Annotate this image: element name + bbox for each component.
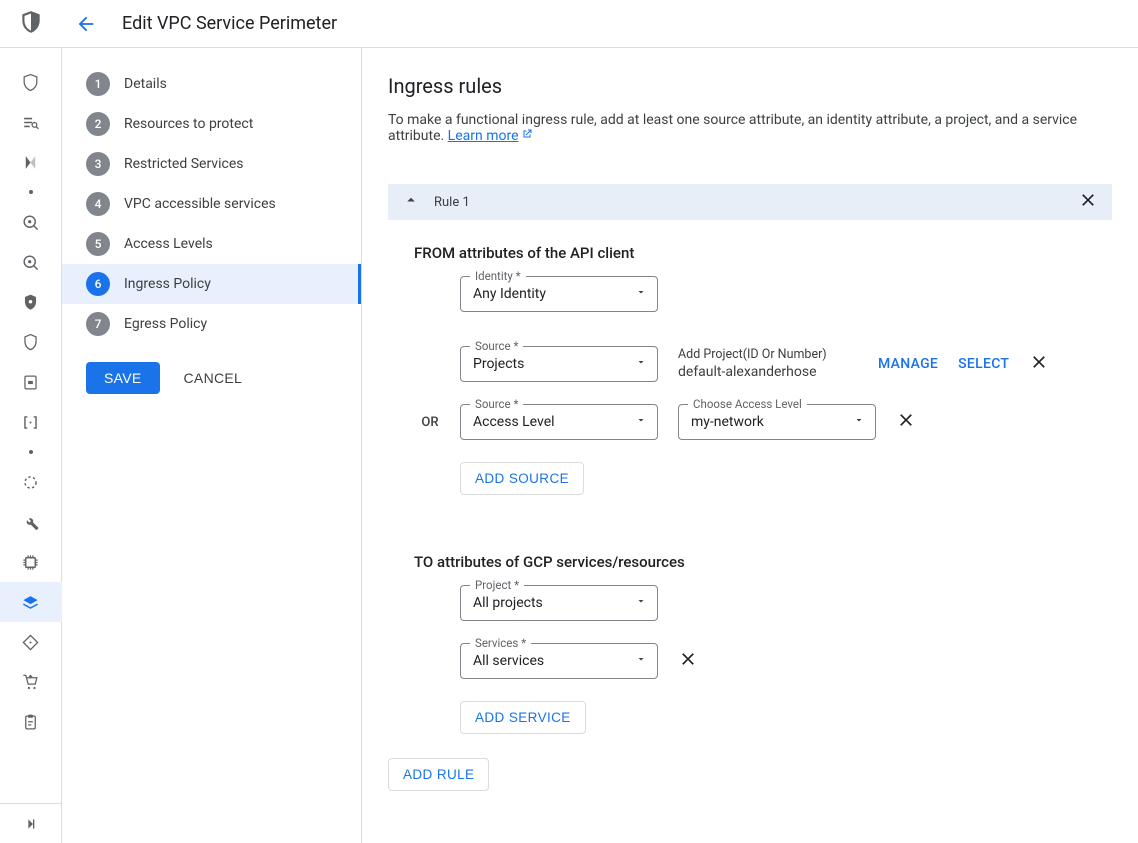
to-section-heading: TO attributes of GCP services/resources bbox=[414, 553, 1112, 571]
remove-source-button-2[interactable] bbox=[896, 410, 916, 434]
rail-item-overview[interactable] bbox=[11, 62, 51, 102]
learn-more-text: Learn more bbox=[448, 128, 519, 144]
project-input-hint: Add Project(ID Or Number) bbox=[678, 347, 858, 362]
project-input-group: Add Project(ID Or Number) default-alexan… bbox=[678, 347, 858, 381]
rail-item-brackets[interactable] bbox=[11, 402, 51, 442]
rail-item-search[interactable] bbox=[11, 102, 51, 142]
step-restricted[interactable]: 3 Restricted Services bbox=[62, 144, 361, 184]
rail-item-cart[interactable] bbox=[11, 662, 51, 702]
step-ingress-policy[interactable]: 6 Ingress Policy bbox=[62, 264, 361, 304]
remove-source-button[interactable] bbox=[1029, 352, 1049, 376]
main-content: Ingress rules To make a functional ingre… bbox=[362, 48, 1138, 843]
rail-item-vpc-sc[interactable] bbox=[0, 582, 62, 622]
external-link-icon bbox=[521, 128, 533, 140]
source-label-2: Source * bbox=[470, 397, 523, 411]
step-badge: 3 bbox=[86, 152, 110, 176]
access-level-value: my-network bbox=[691, 414, 764, 430]
source-field-2: Source * Access Level bbox=[460, 404, 658, 440]
caret-down-icon bbox=[635, 414, 647, 430]
rail-item-diamond[interactable] bbox=[11, 622, 51, 662]
project-input-value[interactable]: default-alexanderhose bbox=[678, 364, 858, 381]
step-label: Access Levels bbox=[124, 236, 213, 252]
step-details[interactable]: 1 Details bbox=[62, 64, 361, 104]
remove-service-button[interactable] bbox=[678, 649, 698, 673]
step-label: Egress Policy bbox=[124, 316, 207, 332]
page-title: Edit VPC Service Perimeter bbox=[122, 13, 337, 34]
rail-item-detect-1[interactable] bbox=[11, 202, 51, 242]
from-section-heading: FROM attributes of the API client bbox=[414, 244, 1112, 262]
source-value-2: Access Level bbox=[473, 414, 555, 430]
rail-item-hardware[interactable] bbox=[11, 542, 51, 582]
services-value: All services bbox=[473, 653, 544, 669]
section-title: Ingress rules bbox=[388, 74, 1112, 98]
access-level-field: Choose Access Level my-network bbox=[678, 404, 876, 440]
section-description: To make a functional ingress rule, add a… bbox=[388, 112, 1112, 144]
back-button[interactable] bbox=[62, 13, 110, 35]
step-access-levels[interactable]: 5 Access Levels bbox=[62, 224, 361, 264]
step-vpc-accessible[interactable]: 4 VPC accessible services bbox=[62, 184, 361, 224]
step-badge: 4 bbox=[86, 192, 110, 216]
nav-rail bbox=[0, 48, 62, 843]
top-bar: Edit VPC Service Perimeter bbox=[0, 0, 1138, 48]
step-label: Details bbox=[124, 76, 167, 92]
rail-item-wrench[interactable] bbox=[11, 502, 51, 542]
arrow-left-icon bbox=[75, 13, 97, 35]
or-label: OR bbox=[416, 415, 444, 430]
rail-item-shield-solid[interactable] bbox=[11, 282, 51, 322]
add-service-button[interactable]: ADD SERVICE bbox=[460, 701, 586, 734]
caret-down-icon bbox=[853, 414, 865, 430]
add-source-button[interactable]: ADD SOURCE bbox=[460, 462, 584, 495]
product-logo-area bbox=[0, 0, 62, 47]
shield-icon bbox=[18, 9, 44, 39]
learn-more-link[interactable]: Learn more bbox=[448, 128, 533, 144]
rail-divider-2 bbox=[29, 442, 33, 462]
step-label: Restricted Services bbox=[124, 156, 243, 172]
rail-item-detect-2[interactable] bbox=[11, 242, 51, 282]
rail-divider bbox=[29, 182, 33, 202]
step-label: VPC accessible services bbox=[124, 196, 276, 212]
services-field: Services * All services bbox=[460, 643, 658, 679]
source-label: Source * bbox=[470, 339, 523, 353]
select-button[interactable]: SELECT bbox=[958, 356, 1009, 372]
step-badge: 7 bbox=[86, 312, 110, 336]
caret-down-icon bbox=[635, 653, 647, 669]
step-label: Resources to protect bbox=[124, 116, 253, 132]
identity-field: Identity * Any Identity bbox=[460, 276, 658, 312]
step-egress-policy[interactable]: 7 Egress Policy bbox=[62, 304, 361, 344]
identity-value: Any Identity bbox=[473, 286, 546, 302]
chevron-up-icon bbox=[402, 191, 420, 213]
step-panel: 1 Details 2 Resources to protect 3 Restr… bbox=[62, 48, 362, 843]
step-resources[interactable]: 2 Resources to protect bbox=[62, 104, 361, 144]
rail-expand-button[interactable] bbox=[0, 803, 62, 843]
caret-down-icon bbox=[635, 356, 647, 372]
rule-header[interactable]: Rule 1 bbox=[388, 184, 1112, 220]
caret-down-icon bbox=[635, 595, 647, 611]
rail-item-doc[interactable] bbox=[11, 362, 51, 402]
source-value-1: Projects bbox=[473, 356, 524, 372]
rail-item-clipboard[interactable] bbox=[11, 702, 51, 742]
caret-down-icon bbox=[635, 286, 647, 302]
step-badge: 1 bbox=[86, 72, 110, 96]
project-field: Project * All projects bbox=[460, 585, 658, 621]
save-button[interactable]: SAVE bbox=[86, 362, 160, 394]
identity-label: Identity * bbox=[470, 269, 526, 283]
delete-rule-button[interactable] bbox=[1078, 190, 1098, 214]
rail-item-circle[interactable] bbox=[11, 462, 51, 502]
project-label: Project * bbox=[470, 578, 524, 592]
rail-item-shield-outline[interactable] bbox=[11, 322, 51, 362]
step-badge: 2 bbox=[86, 112, 110, 136]
services-label: Services * bbox=[470, 636, 531, 650]
add-rule-button[interactable]: ADD RULE bbox=[388, 758, 489, 791]
rule-name: Rule 1 bbox=[434, 195, 470, 210]
manage-button[interactable]: MANAGE bbox=[878, 356, 938, 372]
project-select-value: All projects bbox=[473, 595, 543, 611]
source-field-1: Source * Projects bbox=[460, 346, 658, 382]
access-level-label: Choose Access Level bbox=[688, 397, 807, 411]
rail-item-vuln[interactable] bbox=[11, 142, 51, 182]
step-badge: 6 bbox=[86, 272, 110, 296]
step-badge: 5 bbox=[86, 232, 110, 256]
cancel-button[interactable]: CANCEL bbox=[184, 370, 243, 386]
step-label: Ingress Policy bbox=[124, 276, 211, 292]
